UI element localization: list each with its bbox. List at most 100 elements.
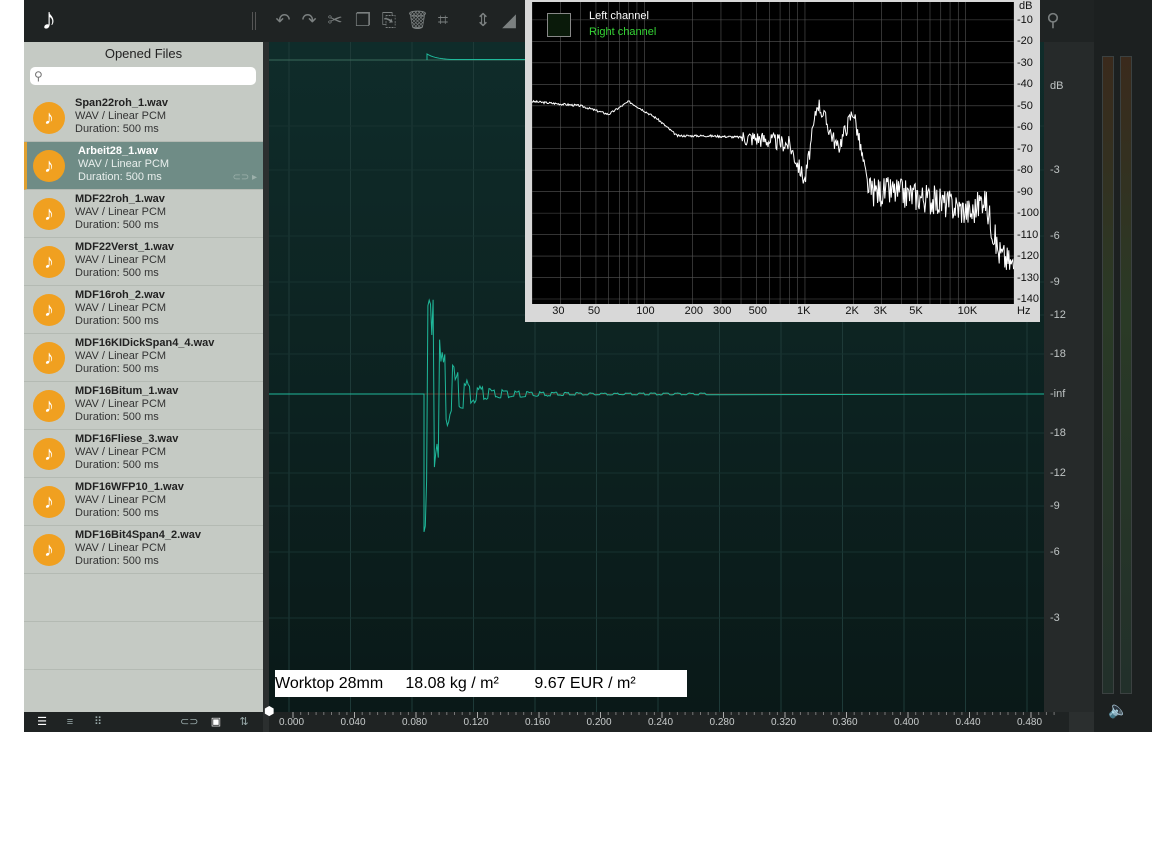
time-tick-label: 0.000 — [279, 717, 305, 728]
list-view-icon[interactable]: ☰ — [34, 714, 50, 730]
spectrum-trace — [531, 99, 1015, 270]
file-format: WAV / Linear PCM — [75, 350, 167, 362]
toolbar-separator — [252, 12, 256, 30]
spectrum-hz-tick: 50 — [587, 305, 601, 317]
volume-icon[interactable]: 🔈 — [1108, 700, 1128, 720]
spectrum-hz-tick: 3K — [873, 305, 888, 317]
undo-icon[interactable]: ↶ — [272, 8, 294, 32]
file-format: WAV / Linear PCM — [75, 398, 167, 410]
waveform-trace — [269, 298, 1044, 533]
cut-icon[interactable]: ✂ — [324, 8, 346, 32]
file-list-item[interactable]: ♪ MDF16Bit4Span4_2.wav WAV / Linear PCM … — [24, 526, 263, 574]
file-duration: Duration: 500 ms — [75, 555, 159, 567]
file-format: WAV / Linear PCM — [75, 542, 167, 554]
level-meter-left — [1102, 56, 1114, 694]
file-name: MDF16Fliese_3.wav — [75, 433, 179, 445]
file-duration: Duration: 500 ms — [75, 507, 159, 519]
grid-view-icon[interactable]: ⠿ — [90, 714, 106, 730]
file-duration: Duration: 500 ms — [75, 459, 159, 471]
paste-icon[interactable]: ⎘ — [378, 8, 400, 32]
db-tick: -18 — [1050, 427, 1066, 439]
compact-list-icon[interactable]: ≡ — [62, 714, 78, 730]
db-tick: -9 — [1050, 276, 1060, 288]
playhead-marker-icon[interactable]: ⬢ — [264, 704, 274, 718]
music-note-logo-icon[interactable]: ♪ — [34, 4, 64, 36]
search-input[interactable]: ⚲ — [30, 67, 256, 85]
audio-file-icon: ♪ — [33, 246, 65, 278]
panel-title: Opened Files — [104, 46, 183, 61]
spectrum-db-tick: -50 — [1017, 99, 1033, 112]
file-duration: Duration: 500 ms — [75, 411, 159, 423]
panel-footer: ☰ ≡ ⠿ ⊂⊃ ▣ ⇅ — [24, 712, 263, 732]
file-name: MDF16Bitum_1.wav — [75, 385, 179, 397]
spectrum-hz-unit: Hz — [1017, 305, 1031, 317]
db-tick: -3 — [1050, 164, 1060, 176]
db-unit: dB — [1050, 80, 1064, 92]
file-list-item[interactable]: ♪ MDF16Bitum_1.wav WAV / Linear PCM Dura… — [24, 382, 263, 430]
link-play-icon[interactable]: ⊂⊃ ▸ — [232, 172, 257, 183]
db-tick: -9 — [1050, 500, 1060, 512]
time-tick-label: 0.200 — [586, 717, 612, 728]
image-icon[interactable]: ▣ — [208, 714, 224, 730]
file-list-item[interactable]: ♪ MDF16WFP10_1.wav WAV / Linear PCM Dura… — [24, 478, 263, 526]
audio-file-icon: ♪ — [33, 102, 65, 134]
file-list-item-selected[interactable]: ♪ Arbeit28_1.wav WAV / Linear PCM Durati… — [24, 142, 263, 190]
file-list-item[interactable]: ♪ MDF16roh_2.wav WAV / Linear PCM Durati… — [24, 286, 263, 334]
file-list-item[interactable]: ♪ MDF16Fliese_3.wav WAV / Linear PCM Dur… — [24, 430, 263, 478]
file-name: MDF16KIDickSpan4_4.wav — [75, 337, 215, 349]
db-tick: -3 — [1050, 612, 1060, 624]
opened-files-panel: Opened Files ⚲ ♪ Span22roh_1.wav WAV / L… — [24, 42, 263, 712]
time-tick-label: 0.400 — [894, 717, 920, 728]
tool-icon[interactable]: ⚲ — [1042, 8, 1064, 32]
db-tick: -18 — [1050, 348, 1066, 360]
file-name: MDF22roh_1.wav — [75, 193, 165, 205]
spectrum-hz-tick: 2K — [845, 305, 859, 317]
file-duration: Duration: 500 ms — [75, 267, 159, 279]
empty-row — [24, 622, 263, 670]
file-duration: Duration: 500 ms — [78, 171, 162, 183]
spectrum-hz-tick: 200 — [684, 305, 704, 317]
file-format: WAV / Linear PCM — [75, 446, 167, 458]
waveform-db-scale: dB -3 -6 -9 -12 -18 -inf -18 -12 -9 -6 -… — [1044, 42, 1094, 712]
file-format: WAV / Linear PCM — [78, 158, 170, 170]
delete-icon[interactable]: 🗑 — [406, 8, 429, 32]
spectrum-analyzer-window: Left channel Right channel dB -10 -20 -30 -… — [525, 0, 1040, 322]
spectrum-hz-tick: 30 — [552, 305, 565, 317]
file-name: Span22roh_1.wav — [75, 97, 168, 109]
file-list-item[interactable]: ♪ MDF22Verst_1.wav WAV / Linear PCM Dura… — [24, 238, 263, 286]
level-meter-right — [1120, 56, 1132, 694]
db-tick: -6 — [1050, 546, 1060, 558]
spectrum-db-tick: -40 — [1017, 78, 1033, 91]
time-tick-label: 0.080 — [402, 717, 428, 728]
crop-icon[interactable]: ⌗ — [432, 8, 454, 32]
redo-icon[interactable]: ↷ — [298, 8, 320, 32]
spectrum-db-tick: -20 — [1017, 35, 1033, 48]
spectrum-db-tick: -130 — [1017, 271, 1040, 284]
spectrum-db-tick: -80 — [1017, 164, 1033, 177]
file-list-item[interactable]: ♪ Span22roh_1.wav WAV / Linear PCM Durat… — [24, 94, 263, 142]
link-icon[interactable]: ⊂⊃ — [180, 714, 198, 730]
normalize-icon[interactable]: ⇕ — [472, 8, 494, 32]
file-format: WAV / Linear PCM — [75, 254, 167, 266]
spectrum-settings-icon[interactable] — [547, 13, 571, 37]
sort-icon[interactable]: ⇅ — [236, 714, 252, 730]
copy-icon[interactable]: ❐ — [352, 8, 374, 32]
time-ruler[interactable]: ⬢ 0.000 0.040 0.080 0.120 0.160 0.200 0.240 0.2… — [264, 704, 1069, 732]
file-list: ♪ Span22roh_1.wav WAV / Linear PCM Durat… — [24, 94, 263, 670]
time-tick-label: 0.040 — [340, 717, 366, 728]
spectrum-db-tick: -70 — [1017, 142, 1033, 155]
file-list-item[interactable]: ♪ MDF16KIDickSpan4_4.wav WAV / Linear PC… — [24, 334, 263, 382]
file-name: MDF16Bit4Span4_2.wav — [75, 529, 201, 541]
level-meters: 🔈 — [1094, 0, 1152, 732]
file-list-item[interactable]: ♪ MDF22roh_1.wav WAV / Linear PCM Durati… — [24, 190, 263, 238]
spectrum-db-tick: -60 — [1017, 121, 1033, 134]
fade-icon[interactable]: ◢ — [498, 8, 520, 32]
file-format: WAV / Linear PCM — [75, 206, 167, 218]
time-tick-label: 0.240 — [648, 717, 674, 728]
legend-right-channel: Right channel — [589, 26, 657, 38]
spectrum-db-tick: -120 — [1017, 250, 1040, 263]
time-tick-label: 0.320 — [771, 717, 797, 728]
time-tick-label: 0.480 — [1017, 717, 1043, 728]
audio-file-icon: ♪ — [33, 342, 65, 374]
search-icon: ⚲ — [34, 69, 43, 83]
